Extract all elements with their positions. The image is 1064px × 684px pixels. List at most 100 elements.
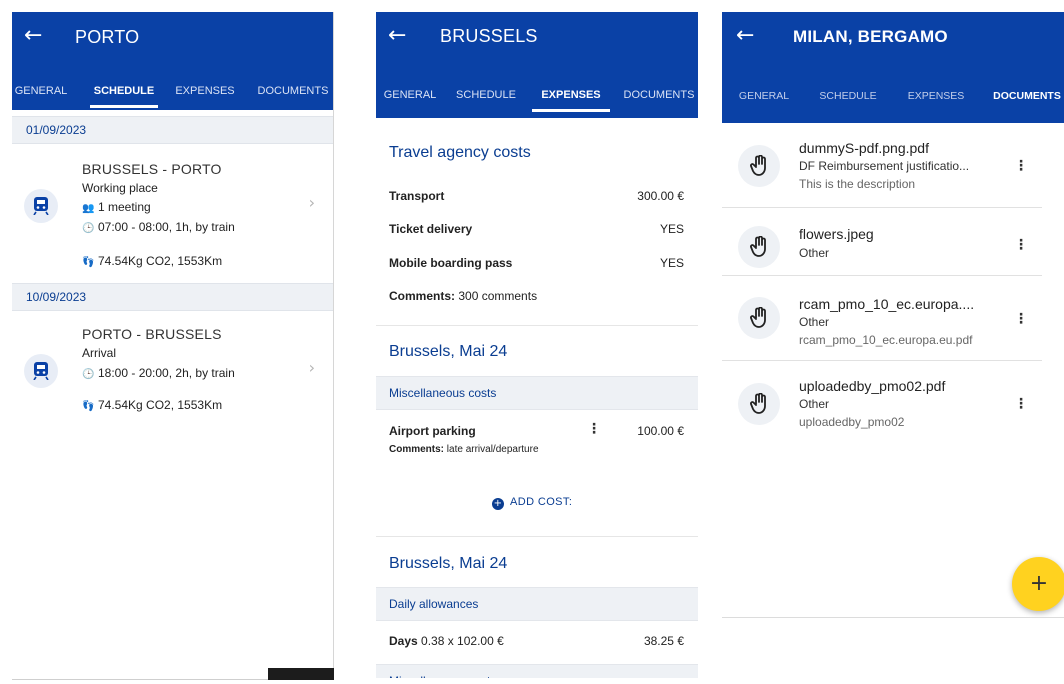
divider [376, 536, 698, 537]
document-item[interactable]: flowers.jpeg Other ⋮ [722, 208, 1042, 276]
days-label: Days [389, 634, 418, 648]
date-header: 10/09/2023 [12, 283, 333, 311]
page-title: MILAN, BERGAMO [793, 27, 948, 46]
section-title: Brussels, Mai 24 [389, 343, 508, 360]
days-calc: 0.38 x 102.00 € [421, 634, 504, 648]
ticket-row: Ticket delivery YES [389, 222, 684, 242]
chevron-right-icon[interactable]: › [309, 193, 315, 212]
add-cost-button[interactable]: + ADD COST: [492, 496, 572, 510]
more-vert-icon[interactable]: ⋮ [1014, 238, 1028, 252]
cost-comments: Comments: late arrival/departure [389, 444, 539, 455]
co2-text: 74.54Kg CO2, 1553Km [98, 254, 223, 268]
time-text: 07:00 - 08:00, 1h, by train [98, 220, 235, 234]
trip-place: Arrival [82, 346, 117, 360]
tab-schedule[interactable]: SCHEDULE [814, 83, 882, 113]
tab-expenses[interactable]: EXPENSES [172, 78, 238, 108]
more-vert-icon[interactable]: ⋮ [587, 422, 601, 436]
trip-route: PORTO - BRUSSELS [82, 326, 222, 342]
hand-pointer-icon [738, 226, 780, 268]
document-name: uploadedby_pmo02.pdf [799, 378, 946, 394]
more-vert-icon[interactable]: ⋮ [1014, 312, 1028, 326]
tab-general[interactable]: GENERAL [12, 78, 76, 108]
documents-screen: ← MILAN, BERGAMO GENERAL SCHEDULE EXPENS… [722, 12, 1064, 672]
back-arrow-icon[interactable]: ← [736, 24, 754, 48]
tab-expenses[interactable]: EXPENSES [532, 82, 610, 112]
expenses-screen: ← BRUSSELS GENERAL SCHEDULE EXPENSES DOC… [376, 12, 698, 678]
boarding-value: YES [659, 256, 684, 270]
trip-time: 🕒 07:00 - 08:00, 1h, by train [82, 220, 235, 234]
boarding-label: Mobile boarding pass [389, 256, 513, 270]
document-item[interactable]: dummyS-pdf.png.pdf DF Reimbursement just… [722, 123, 1042, 208]
tab-bar: GENERAL SCHEDULE EXPENSES DOCUMENTS [12, 78, 333, 108]
document-item[interactable]: rcam_pmo_10_ec.europa.... Other rcam_pmo… [722, 276, 1042, 361]
document-type: Other [799, 315, 830, 329]
train-icon [24, 189, 58, 223]
trip-route: BRUSSELS - PORTO [82, 161, 222, 177]
tab-bar: GENERAL SCHEDULE EXPENSES DOCUMENTS [376, 82, 698, 112]
back-arrow-icon[interactable]: ← [388, 24, 406, 48]
hand-pointer-icon [738, 383, 780, 425]
comments-value: 300 comments [458, 289, 538, 303]
bottom-strip [268, 668, 334, 680]
transport-value: 300.00 € [637, 189, 684, 203]
schedule-screen: ← PORTO GENERAL SCHEDULE EXPENSES DOCUME… [12, 12, 334, 680]
allowance-row: Days 0.38 x 102.00 € 38.25 € [389, 634, 684, 654]
more-vert-icon[interactable]: ⋮ [1014, 159, 1028, 173]
tab-documents[interactable]: DOCUMENTS [254, 78, 332, 108]
divider [376, 325, 698, 326]
trip-co2: 👣 74.54Kg CO2, 1553Km [82, 254, 222, 268]
tab-documents[interactable]: DOCUMENTS [988, 83, 1064, 113]
clock-icon: 🕒 [82, 369, 95, 380]
transport-label: Transport [389, 189, 445, 203]
trip-place: Working place [82, 181, 158, 195]
ticket-label: Ticket delivery [389, 222, 473, 236]
boarding-row: Mobile boarding pass YES [389, 256, 684, 276]
trip-time: 🕒 18:00 - 20:00, 2h, by train [82, 366, 235, 380]
meeting-count: 1 meeting [98, 200, 151, 214]
cost-comments-value: late arrival/departure [446, 444, 539, 455]
document-name: flowers.jpeg [799, 226, 874, 242]
tab-general[interactable]: GENERAL [380, 82, 440, 112]
cost-label: Airport parking [389, 424, 476, 438]
app-bar: ← MILAN, BERGAMO GENERAL SCHEDULE EXPENS… [722, 12, 1064, 123]
trip-co2: 👣 74.54Kg CO2, 1553Km [82, 398, 222, 412]
chevron-right-icon[interactable]: › [309, 358, 315, 377]
document-type: Other [799, 397, 830, 411]
document-item[interactable]: uploadedby_pmo02.pdf Other uploadedby_pm… [722, 361, 1042, 446]
section-title: Travel agency costs [389, 144, 531, 161]
document-type: DF Reimbursement justificatio... [799, 159, 970, 173]
back-arrow-icon[interactable]: ← [24, 24, 42, 48]
page-title: BRUSSELS [440, 26, 538, 46]
plus-icon: + [1029, 571, 1049, 596]
days-value: 38.25 € [643, 634, 684, 648]
tab-documents[interactable]: DOCUMENTS [620, 82, 698, 112]
add-document-button[interactable]: + [1012, 557, 1064, 611]
hand-pointer-icon [738, 297, 780, 339]
category-band: Daily allowances [376, 587, 698, 621]
add-cost-label: ADD COST: [510, 496, 573, 508]
trip-card[interactable]: PORTO - BRUSSELS Arrival 🕒 18:00 - 20:00,… [12, 312, 333, 442]
trip-meeting: 👥 1 meeting [82, 200, 151, 214]
cost-item[interactable]: Airport parking 100.00 € [389, 424, 684, 444]
tab-schedule[interactable]: SCHEDULE [90, 78, 158, 108]
co2-text: 74.54Kg CO2, 1553Km [98, 398, 223, 412]
app-bar: ← PORTO GENERAL SCHEDULE EXPENSES DOCUME… [12, 12, 333, 110]
tab-schedule[interactable]: SCHEDULE [452, 82, 520, 112]
more-vert-icon[interactable]: ⋮ [1014, 397, 1028, 411]
page-title: PORTO [75, 27, 140, 47]
section-title: Brussels, Mai 24 [389, 555, 508, 572]
clock-icon: 🕒 [82, 223, 95, 234]
people-icon: 👥 [82, 203, 95, 214]
tab-general[interactable]: GENERAL [734, 83, 794, 113]
date-header: 01/09/2023 [12, 116, 333, 144]
allowance-text: Days 0.38 x 102.00 € [389, 634, 504, 648]
document-description: uploadedby_pmo02 [799, 415, 905, 429]
trip-card[interactable]: BRUSSELS - PORTO Working place 👥 1 meetin… [12, 145, 333, 275]
tab-expenses[interactable]: EXPENSES [902, 83, 970, 113]
document-name: dummyS-pdf.png.pdf [799, 140, 929, 156]
train-icon [24, 354, 58, 388]
document-description: rcam_pmo_10_ec.europa.eu.pdf [799, 333, 973, 347]
category-band: Miscellaneous costs [376, 664, 698, 678]
comments-row: Comments: 300 comments [389, 289, 684, 309]
transport-row: Transport 300.00 € [389, 189, 684, 209]
